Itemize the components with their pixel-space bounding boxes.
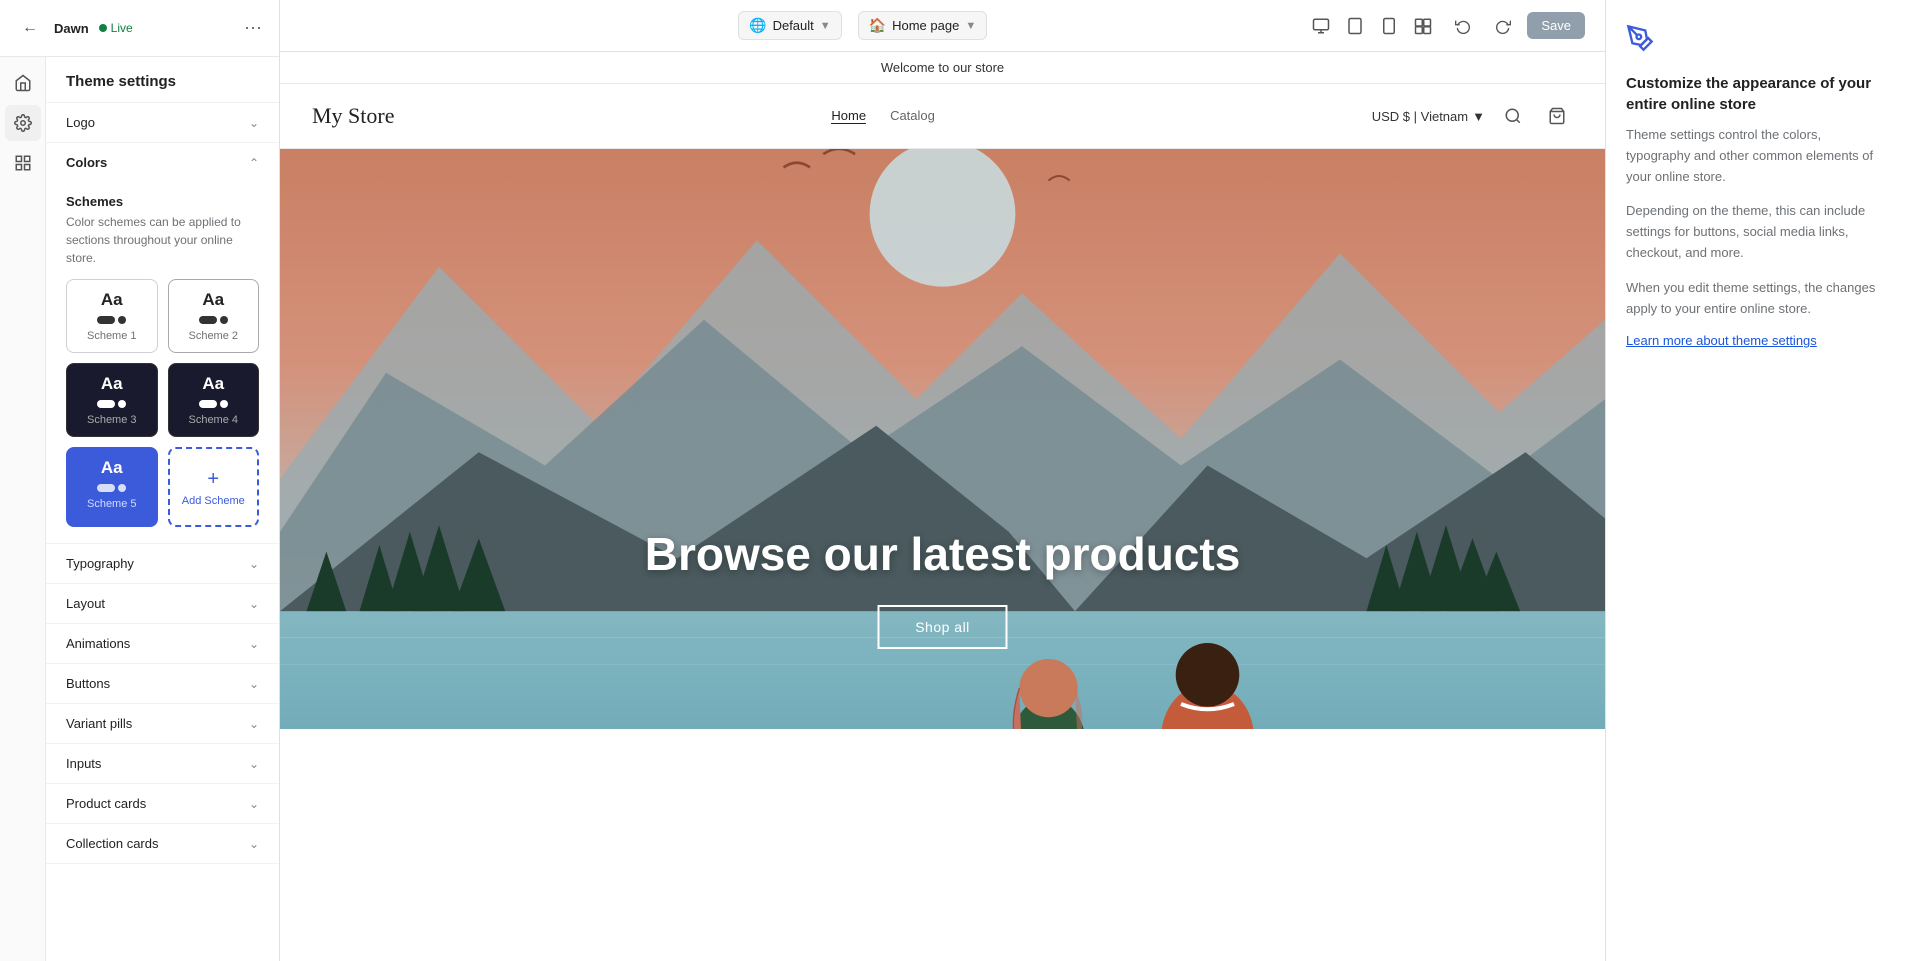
schemes-title: Schemes — [66, 194, 259, 209]
topbar-center: 🌐 Default ▼ 🏠 Home page ▼ — [738, 11, 987, 40]
more-options-button[interactable]: ⋯ — [244, 18, 263, 39]
theme-selector[interactable]: 🌐 Default ▼ — [738, 11, 842, 40]
brush-icon — [1626, 24, 1885, 59]
right-panel: Customize the appearance of your entire … — [1605, 0, 1905, 961]
announcement-bar: Welcome to our store — [280, 52, 1605, 84]
live-dot — [99, 24, 107, 32]
search-button[interactable] — [1497, 100, 1529, 132]
chevron-down-icon: ⌄ — [249, 597, 259, 611]
chevron-down-icon: ⌄ — [249, 837, 259, 851]
sidebar-item-inputs[interactable]: Inputs ⌄ — [46, 744, 279, 784]
chevron-down-icon: ⌄ — [249, 637, 259, 651]
hero-section: Browse our latest products Shop all — [280, 149, 1605, 729]
panel-title: Customize the appearance of your entire … — [1626, 73, 1885, 115]
sidebar-item-variant-pills[interactable]: Variant pills ⌄ — [46, 704, 279, 744]
preview-area: Welcome to our store My Store Home Catal… — [280, 52, 1605, 961]
sidebar-item-colors: Colors ⌃ Schemes Color schemes can be ap… — [46, 143, 279, 544]
desktop-view-button[interactable] — [1305, 10, 1337, 42]
tablet-view-button[interactable] — [1339, 10, 1371, 42]
store-header: My Store Home Catalog USD $ | Vietnam ▼ — [280, 84, 1605, 149]
sidebar-item-typography[interactable]: Typography ⌄ — [46, 544, 279, 584]
sidebar-title: Theme settings — [46, 57, 279, 103]
store-nav: Home Catalog — [831, 108, 935, 124]
schemes-bottom-row: Aa Scheme 5 + Add Scheme — [66, 447, 259, 527]
hero-content: Browse our latest products Shop all — [280, 527, 1605, 649]
sidebar-item-product-cards[interactable]: Product cards ⌄ — [46, 784, 279, 824]
sidebar-item-logo[interactable]: Logo ⌄ — [46, 103, 279, 143]
home-icon: 🏠 — [869, 17, 886, 34]
sidebar-icon-nav — [0, 57, 46, 961]
colors-header[interactable]: Colors ⌃ — [46, 143, 279, 182]
nav-home-link[interactable]: Home — [831, 108, 866, 124]
globe-icon: 🌐 — [749, 17, 766, 34]
redo-button[interactable] — [1487, 10, 1519, 42]
sidebar-item-collection-cards[interactable]: Collection cards ⌄ — [46, 824, 279, 864]
mobile-view-button[interactable] — [1373, 10, 1405, 42]
panel-desc-3: When you edit theme settings, the change… — [1626, 278, 1885, 320]
scheme-5-card[interactable]: Aa Scheme 5 — [66, 447, 158, 527]
cart-button[interactable] — [1541, 100, 1573, 132]
add-scheme-card[interactable]: + Add Scheme — [168, 447, 260, 527]
undo-redo-group — [1305, 10, 1439, 42]
colors-body: Schemes Color schemes can be applied to … — [46, 182, 279, 543]
chevron-up-icon: ⌃ — [249, 156, 259, 170]
more-view-button[interactable] — [1407, 10, 1439, 42]
scheme-1-card[interactable]: Aa Scheme 1 — [66, 279, 158, 353]
undo-button[interactable] — [1447, 10, 1479, 42]
store-logo: My Store — [312, 103, 395, 129]
scheme-2-card[interactable]: Aa Scheme 2 — [168, 279, 260, 353]
currency-selector[interactable]: USD $ | Vietnam ▼ — [1372, 109, 1485, 124]
schemes-desc: Color schemes can be applied to sections… — [66, 213, 259, 267]
topbar-right: Save — [1305, 10, 1585, 42]
chevron-down-icon: ⌄ — [249, 677, 259, 691]
sidebar-main-content: Theme settings Logo ⌄ Colors ⌃ Schemes C… — [46, 57, 279, 961]
back-button[interactable]: ← — [16, 14, 44, 42]
sidebar-item-animations[interactable]: Animations ⌄ — [46, 624, 279, 664]
schemes-grid: Aa Scheme 1 Aa — [66, 279, 259, 437]
store-actions: USD $ | Vietnam ▼ — [1372, 100, 1573, 132]
hero-cta-button[interactable]: Shop all — [877, 605, 1008, 649]
chevron-down-icon: ⌄ — [249, 557, 259, 571]
nav-catalog-link[interactable]: Catalog — [890, 108, 935, 124]
preview-scroll[interactable]: Welcome to our store My Store Home Catal… — [280, 52, 1605, 961]
chevron-down-icon: ▼ — [965, 20, 976, 32]
live-badge: Live — [99, 21, 133, 35]
save-button[interactable]: Save — [1527, 12, 1585, 39]
page-selector[interactable]: 🏠 Home page ▼ — [858, 11, 988, 40]
scheme-4-card[interactable]: Aa Scheme 4 — [168, 363, 260, 437]
sidebar-item-layout[interactable]: Layout ⌄ — [46, 584, 279, 624]
scheme-3-card[interactable]: Aa Scheme 3 — [66, 363, 158, 437]
chevron-down-icon: ▼ — [820, 20, 831, 32]
hero-title: Browse our latest products — [280, 527, 1605, 581]
theme-name-label: Dawn — [54, 21, 89, 36]
chevron-down-icon: ⌄ — [249, 757, 259, 771]
nav-settings-icon[interactable] — [5, 105, 41, 141]
learn-more-link[interactable]: Learn more about theme settings — [1626, 333, 1817, 348]
nav-home-icon[interactable] — [5, 65, 41, 101]
preview-frame: Welcome to our store My Store Home Catal… — [280, 52, 1605, 961]
chevron-down-icon: ⌄ — [249, 116, 259, 130]
nav-blocks-icon[interactable] — [5, 145, 41, 181]
topbar: 🌐 Default ▼ 🏠 Home page ▼ — [280, 0, 1605, 52]
chevron-down-icon: ⌄ — [249, 717, 259, 731]
panel-desc-1: Theme settings control the colors, typog… — [1626, 125, 1885, 187]
chevron-down-icon: ⌄ — [249, 797, 259, 811]
panel-desc-2: Depending on the theme, this can include… — [1626, 201, 1885, 263]
sidebar-item-buttons[interactable]: Buttons ⌄ — [46, 664, 279, 704]
